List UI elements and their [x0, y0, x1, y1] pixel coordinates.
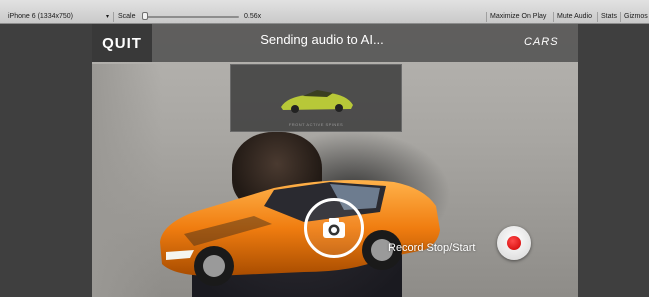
ar-car-model[interactable] [154, 172, 444, 290]
scale-slider-thumb[interactable] [141, 12, 148, 20]
maximize-on-play-toggle[interactable]: Maximize On Play [486, 12, 549, 22]
mini-car-image [281, 90, 353, 113]
scale-slider-track[interactable] [143, 16, 239, 18]
record-icon [507, 236, 521, 250]
letterbox-right [578, 24, 649, 297]
preview-caption: FRONT ACTIVE SPINES [288, 122, 344, 127]
record-button[interactable] [497, 226, 531, 260]
stats-toggle[interactable]: Stats [597, 12, 620, 22]
mute-audio-toggle[interactable]: Mute Audio [553, 12, 595, 22]
gizmos-dropdown[interactable]: Gizmos [620, 12, 649, 22]
game-viewport[interactable]: FRONT ACTIVE SPINES QUIT Sending audio t… [92, 24, 578, 297]
cars-logo: CARS [524, 36, 559, 48]
dropdown-arrow-icon: ▾ [105, 14, 109, 20]
background-wall [92, 64, 162, 297]
scale-label: Scale [118, 13, 136, 20]
resolution-dropdown[interactable]: iPhone 6 (1334x750) ▾ [4, 12, 114, 22]
letterbox-left [0, 24, 92, 297]
car-preview-card[interactable]: FRONT ACTIVE SPINES [230, 64, 402, 132]
capture-button[interactable] [304, 198, 364, 258]
game-view-toolbar: iPhone 6 (1334x750) ▾ Scale 0.56x Maximi… [0, 0, 649, 24]
scale-value: 0.56x [244, 13, 262, 20]
camera-icon [323, 218, 345, 238]
status-text: Sending audio to AI... [260, 32, 384, 47]
quit-button[interactable]: QUIT [92, 24, 152, 62]
resolution-label: iPhone 6 (1334x750) [8, 13, 73, 20]
record-label: Record Stop/Start [388, 242, 476, 254]
